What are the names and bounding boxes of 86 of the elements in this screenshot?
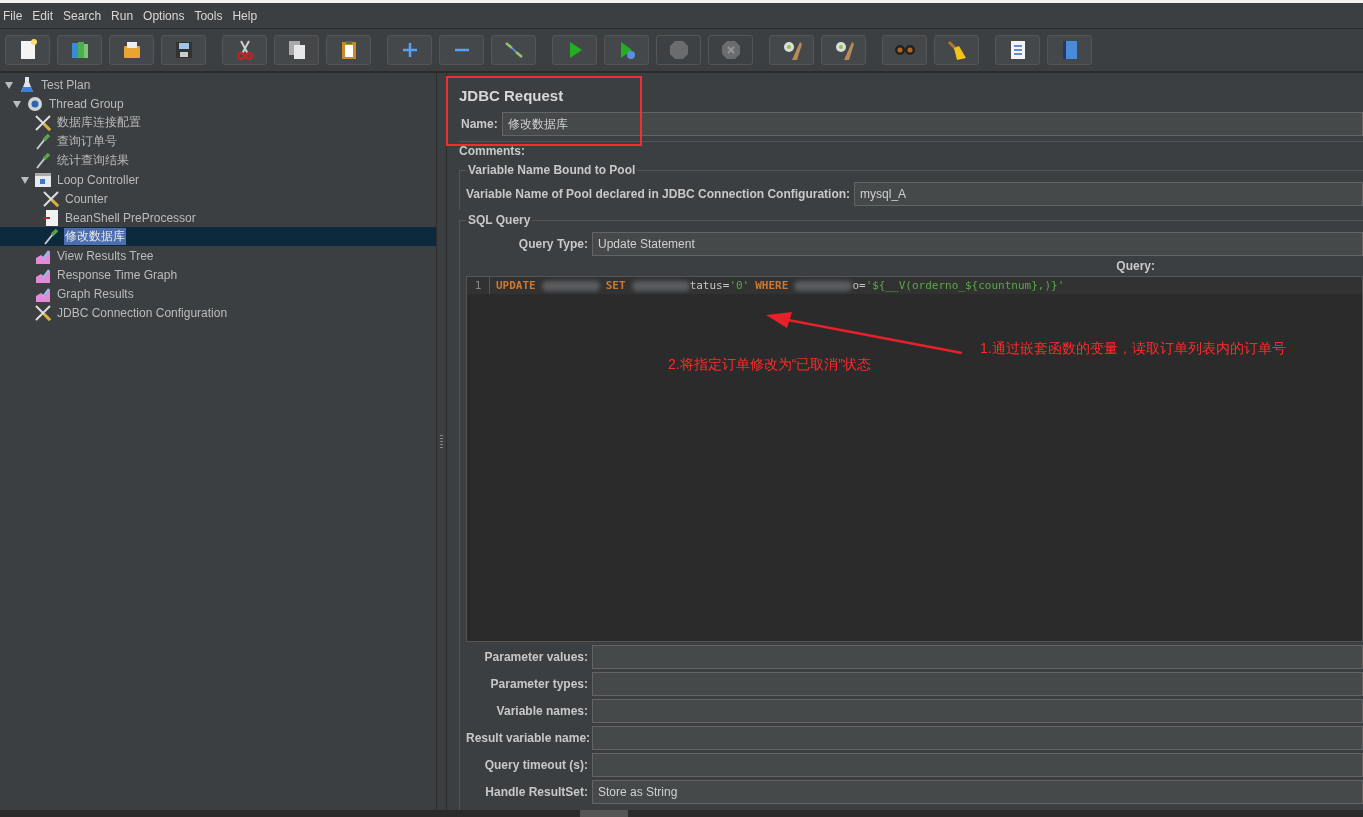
blurred-text <box>541 280 600 291</box>
tree-item[interactable]: Graph Results <box>56 286 135 301</box>
splitter-handle[interactable] <box>440 434 443 449</box>
scrollbar-thumb[interactable] <box>580 810 628 817</box>
input-field[interactable] <box>592 725 1363 750</box>
menu-item[interactable]: Edit <box>32 8 54 23</box>
toolbar-button[interactable] <box>109 35 154 65</box>
menu-item[interactable]: File <box>3 8 23 23</box>
tree-item[interactable]: 修改数据库 <box>64 228 126 245</box>
tree-item[interactable]: JDBC Connection Configuration <box>56 305 229 320</box>
input-field[interactable] <box>592 752 1363 777</box>
toolbar-button[interactable] <box>769 35 814 65</box>
gear-icon <box>26 94 44 113</box>
section-title: SQL Query <box>466 213 533 227</box>
panel-title: JDBC Request <box>459 85 565 106</box>
toolbar-button[interactable] <box>222 35 267 65</box>
tree-item[interactable]: 统计查询结果 <box>56 152 130 169</box>
caret-icon[interactable] <box>12 98 22 109</box>
toolbar-button[interactable] <box>57 35 102 65</box>
tree-item[interactable]: Loop Controller <box>56 172 141 187</box>
menu-item[interactable]: Tools <box>194 8 223 23</box>
field-label: Handle ResultSet: <box>484 784 588 799</box>
menu-item[interactable]: Options <box>143 8 185 23</box>
sampler-icon <box>34 151 52 170</box>
sql-text: tatus= <box>689 279 730 292</box>
input-field[interactable] <box>592 698 1363 723</box>
preprocessor-icon <box>42 208 60 227</box>
toolbar-button[interactable] <box>274 35 319 65</box>
query-type-dropdown[interactable]: Update Statement <box>592 231 1363 256</box>
toolbar-button[interactable] <box>882 35 927 65</box>
tree-item[interactable]: BeanShell PreProcessor <box>64 210 197 225</box>
tree-item[interactable]: View Results Tree <box>56 248 155 263</box>
sql-string: '0' <box>729 279 750 292</box>
toolbar-button[interactable] <box>995 35 1040 65</box>
annotation-text: 2.将指定订单修改为“已取消”状态 <box>668 356 871 374</box>
input-field[interactable] <box>592 644 1363 669</box>
field-label: Parameter types: <box>489 676 588 691</box>
field-label: Query timeout (s): <box>483 757 588 772</box>
tree-item[interactable]: Response Time Graph <box>56 267 179 282</box>
tree-item[interactable]: 数据库连接配置 <box>56 114 142 131</box>
tree-item[interactable]: Counter <box>64 191 109 206</box>
binoculars-icon <box>893 44 916 56</box>
field-label: Parameter values: <box>483 649 588 664</box>
pool-name-field[interactable]: mysql_A <box>854 181 1363 206</box>
field-label: Query Type: <box>517 236 588 251</box>
blurred-text <box>794 280 853 291</box>
sql-string: '${__V(orderno_${countnum},)}' <box>865 279 1065 292</box>
menu-item[interactable]: Help <box>232 8 258 23</box>
menu-item[interactable]: Run <box>111 8 134 23</box>
toolbar-button[interactable] <box>161 35 206 65</box>
blurred-text <box>631 280 690 291</box>
config-icon <box>42 189 60 208</box>
sql-keyword: SET <box>605 279 626 292</box>
field-label: Result variable name: <box>466 730 588 745</box>
loop-icon <box>34 170 52 189</box>
tree-item[interactable]: 查询订单号 <box>56 133 118 150</box>
toolbar-button[interactable] <box>821 35 866 65</box>
field-label: Variable Name of Pool declared in JDBC Connection Configuration: <box>466 186 851 201</box>
field-label: Name: <box>461 117 498 131</box>
field-label: Comments: <box>459 144 525 158</box>
config-icon <box>34 113 52 132</box>
field-label: Query: <box>1116 259 1155 273</box>
minus-icon <box>453 48 470 52</box>
toolbar-button[interactable] <box>491 35 536 65</box>
tree-item[interactable]: Test Plan <box>40 77 92 92</box>
toolbar-button[interactable] <box>5 35 50 65</box>
sql-keyword: WHERE <box>755 279 789 292</box>
toolbar-button[interactable] <box>326 35 371 65</box>
sql-keyword: UPDATE <box>496 279 536 292</box>
tree-item[interactable]: Thread Group <box>48 96 125 111</box>
input-field[interactable] <box>592 671 1363 696</box>
config-icon <box>34 303 52 322</box>
field-label: Variable names: <box>495 703 588 718</box>
testplan-icon <box>18 75 36 94</box>
sampler-icon <box>34 132 52 151</box>
sampler-icon <box>42 227 60 246</box>
input-field[interactable]: Store as String <box>592 779 1363 804</box>
name-field[interactable]: 修改数据库 <box>501 112 1363 136</box>
menu-item[interactable]: Search <box>63 8 102 23</box>
toolbar-button[interactable] <box>934 35 979 65</box>
caret-icon[interactable] <box>4 79 14 90</box>
sql-text: o= <box>852 279 866 292</box>
section-title: Variable Name Bound to Pool <box>466 163 638 177</box>
caret-icon[interactable] <box>20 174 30 185</box>
line-number: 1 <box>467 277 490 294</box>
annotation-text: 1.通过嵌套函数的变量，读取订单列表内的订单号 <box>980 340 1286 358</box>
